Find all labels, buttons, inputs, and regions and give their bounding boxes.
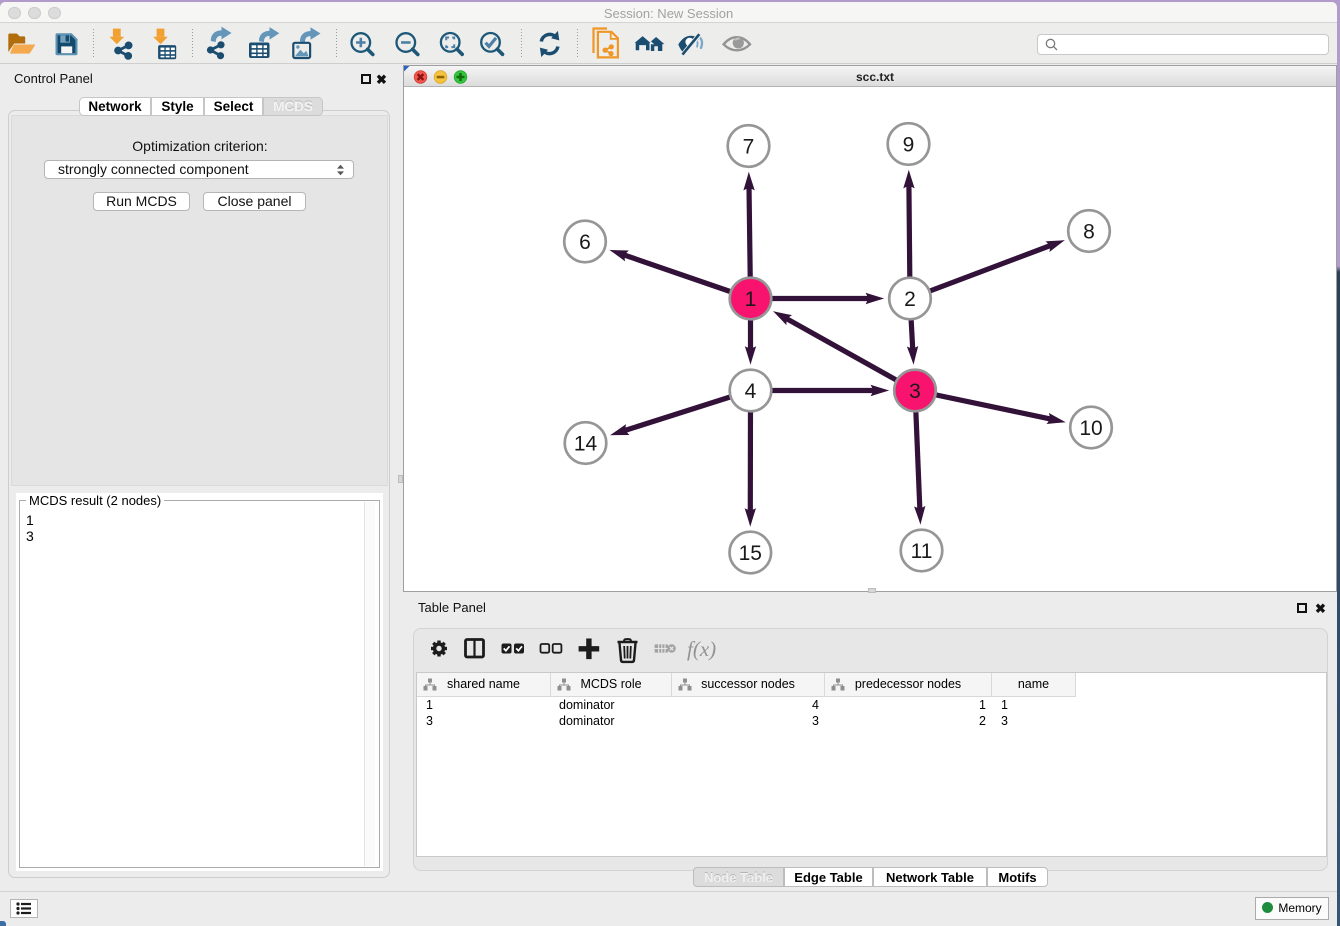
svg-text:8: 8 [1083, 221, 1095, 244]
svg-text:11: 11 [911, 540, 933, 563]
svg-text:2: 2 [904, 288, 916, 311]
svg-text:6: 6 [579, 231, 591, 254]
svg-text:4: 4 [745, 380, 757, 403]
svg-text:15: 15 [739, 542, 762, 565]
svg-text:1: 1 [745, 288, 757, 311]
svg-text:9: 9 [903, 134, 915, 157]
svg-text:3: 3 [909, 380, 921, 403]
svg-text:10: 10 [1079, 417, 1102, 440]
svg-text:14: 14 [574, 433, 598, 456]
svg-text:7: 7 [743, 136, 755, 159]
